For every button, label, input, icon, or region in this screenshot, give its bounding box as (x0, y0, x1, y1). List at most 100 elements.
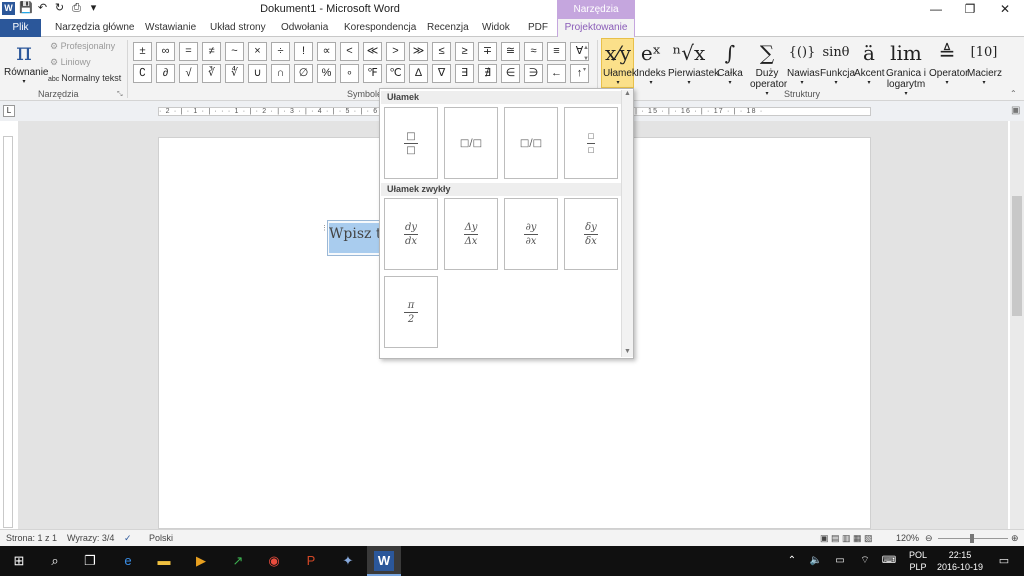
excel-like-icon[interactable]: ↗ (228, 551, 248, 571)
symbol-button[interactable]: √ (179, 64, 198, 83)
symbol-button[interactable]: ÷ (271, 42, 290, 61)
equation-placeholder[interactable]: Wpisz tu (329, 223, 385, 253)
symbol-button[interactable]: ≫ (409, 42, 428, 61)
restore-button[interactable]: ❐ (960, 2, 980, 17)
symbol-button[interactable]: ∪ (248, 64, 267, 83)
equation-handle-icon[interactable]: ⋮ (321, 224, 328, 232)
symbol-button[interactable]: ≪ (363, 42, 382, 61)
symbol-button[interactable]: ± (133, 42, 152, 61)
tab-insert[interactable]: Wstawianie (145, 19, 196, 37)
structure-button[interactable]: lim Granica i logarytm ▾ (886, 38, 926, 98)
structure-button[interactable]: ≜ Operator ▾ (929, 38, 968, 87)
tools-dialog-launcher-icon[interactable]: ⤡ (117, 91, 123, 99)
symbol-button[interactable]: % (317, 64, 336, 83)
tab-home[interactable]: Narzędzia główne (55, 19, 135, 37)
symbol-button[interactable]: ∋ (524, 64, 543, 83)
symbol-button[interactable]: ∄ (478, 64, 497, 83)
fraction-partial-y-partial-x[interactable]: ∂y ∂x (504, 198, 558, 270)
proofing-icon[interactable]: ✓ (124, 533, 132, 544)
gallery-scrollbar[interactable]: ▲ ▼ (621, 90, 633, 357)
symbol-button[interactable]: ∇ (432, 64, 451, 83)
scroll-up-icon[interactable]: ▲ (622, 90, 633, 97)
windows-start-icon[interactable]: ⊞ (9, 551, 29, 571)
keyboard-icon[interactable]: ⌨ (879, 551, 899, 571)
symbol-button[interactable]: = (179, 42, 198, 61)
symbol-button[interactable]: ∅ (294, 64, 313, 83)
fraction-linear[interactable]: □/□ (504, 107, 558, 179)
symbol-button[interactable]: ← (547, 64, 566, 83)
symbol-button[interactable]: ℃ (386, 64, 405, 83)
word-count[interactable]: Wyrazy: 3/4 (67, 533, 114, 543)
structure-button[interactable]: {()} Nawias ▾ (787, 38, 820, 87)
structure-button[interactable]: ∑ Duży operator ▾ (750, 38, 787, 98)
equation-button[interactable]: π Równanie ▾ (4, 37, 48, 85)
structure-button[interactable]: sinθ Funkcja ▾ (820, 38, 855, 87)
symbol-button[interactable]: ∈ (501, 64, 520, 83)
tab-file[interactable]: Plik (0, 19, 41, 37)
zoom-slider-thumb[interactable] (970, 534, 974, 543)
symbol-button[interactable]: ! (294, 42, 313, 61)
tab-view[interactable]: Widok (482, 19, 510, 37)
symbol-button[interactable]: ≤ (432, 42, 451, 61)
tab-pdf[interactable]: PDF (528, 19, 548, 37)
tab-review[interactable]: Recenzja (427, 19, 469, 37)
structure-button[interactable]: ä Akcent ▾ (854, 38, 885, 87)
scroll-down-icon[interactable]: ▼ (622, 348, 633, 355)
symbol-button[interactable]: ∆ (409, 64, 428, 83)
chrome-icon[interactable]: ◉ (264, 551, 284, 571)
symbol-button[interactable]: ∩ (271, 64, 290, 83)
structure-button[interactable]: ∫ Całka ▾ (713, 38, 747, 87)
close-button[interactable]: ✕ (995, 2, 1015, 17)
tab-mailings[interactable]: Korespondencja (344, 19, 416, 37)
fraction-pi-over-2[interactable]: π2 (384, 276, 438, 348)
symbol-button[interactable]: ≥ (455, 42, 474, 61)
fraction-stacked[interactable]: □ □ (384, 107, 438, 179)
search-icon[interactable]: ⌕ (45, 551, 65, 571)
edge-icon[interactable]: e (118, 551, 138, 571)
zoom-out-icon[interactable]: ⊖ (925, 533, 933, 544)
volume-icon[interactable]: 🔈 (806, 551, 826, 571)
symbol-button[interactable]: ∃ (455, 64, 474, 83)
minimize-button[interactable]: — (926, 2, 946, 17)
powerpoint-icon[interactable]: P (301, 551, 321, 571)
linear-option[interactable]: ⚙ Liniowy (50, 57, 91, 68)
symbol-button[interactable]: ≠ (202, 42, 221, 61)
app-icon[interactable]: ✦ (338, 551, 358, 571)
zoom-level[interactable]: 120% (896, 533, 919, 543)
page-count[interactable]: Strona: 1 z 1 (6, 533, 57, 543)
view-buttons-icon[interactable]: ▣ ▤ ▥ ▦ ▧ (820, 533, 873, 544)
collapse-ribbon-icon[interactable]: ⌃ (1010, 89, 1017, 98)
word-taskbar-icon[interactable]: W (374, 551, 394, 571)
symbol-button[interactable]: ∛ (202, 64, 221, 83)
vertical-ruler[interactable] (3, 136, 13, 528)
file-explorer-icon[interactable]: ▬ (154, 551, 174, 571)
fraction-small-delta[interactable]: δy δx (564, 198, 618, 270)
normal-text-option[interactable]: abc Normalny tekst (48, 73, 121, 83)
symbol-button[interactable]: ∜ (225, 64, 244, 83)
symbols-scroll[interactable]: ▲ ▼ ▾ (583, 43, 589, 76)
battery-icon[interactable]: ▭ (830, 551, 850, 571)
ruler-toggle-icon[interactable]: ▣ (1011, 105, 1020, 116)
symbol-button[interactable]: ℉ (363, 64, 382, 83)
tab-selector-icon[interactable]: L (3, 105, 15, 117)
media-app-icon[interactable]: ▶ (191, 551, 211, 571)
symbol-button[interactable]: ∝ (317, 42, 336, 61)
symbol-button[interactable]: ∘ (340, 64, 359, 83)
fraction-skewed[interactable]: □/□ (444, 107, 498, 179)
fraction-dy-dx[interactable]: dy dx (384, 198, 438, 270)
symbol-button[interactable]: > (386, 42, 405, 61)
input-language[interactable]: POL PLP (909, 549, 927, 573)
symbol-button[interactable]: ~ (225, 42, 244, 61)
zoom-in-icon[interactable]: ⊕ (1011, 533, 1019, 544)
symbol-button[interactable]: < (340, 42, 359, 61)
tray-expand-icon[interactable]: ⌃ (782, 551, 802, 571)
task-view-icon[interactable]: ❐ (80, 551, 100, 571)
clock[interactable]: 22:15 2016-10-19 (934, 549, 986, 573)
structure-button[interactable]: x⁄y Ułamek ▾ (603, 38, 637, 87)
professional-option[interactable]: ⚙ Profesjonalny (50, 41, 115, 52)
symbol-button[interactable]: ≡ (547, 42, 566, 61)
symbol-button[interactable]: ≅ (501, 42, 520, 61)
scroll-thumb[interactable] (1012, 196, 1022, 316)
structure-button[interactable]: ⁿ√x Pierwiastek ▾ (668, 38, 719, 87)
language[interactable]: Polski (149, 533, 173, 543)
